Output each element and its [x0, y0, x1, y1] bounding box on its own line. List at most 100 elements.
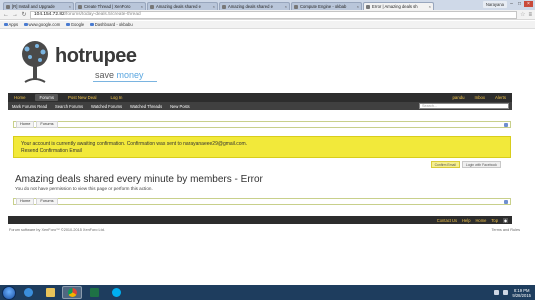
- clock-date: 9/28/2015: [512, 292, 531, 298]
- tab-close-icon[interactable]: ×: [429, 4, 431, 9]
- google-icon: [66, 22, 70, 27]
- minimize-icon[interactable]: –: [508, 1, 515, 7]
- tab-favicon-icon: [150, 4, 154, 9]
- volume-icon[interactable]: [503, 290, 509, 295]
- rss-icon[interactable]: [504, 123, 508, 127]
- breadcrumb-forums[interactable]: Forums: [36, 121, 58, 128]
- footer-help[interactable]: Help: [462, 218, 470, 223]
- excel-icon: [89, 288, 99, 297]
- breadcrumb-forums[interactable]: Forums: [36, 198, 58, 205]
- subnav-new-posts[interactable]: New Posts: [170, 104, 190, 109]
- tab-close-icon[interactable]: ×: [357, 4, 359, 9]
- tab-favicon-icon: [6, 4, 10, 9]
- logo-underline: [93, 81, 157, 82]
- breadcrumb-bottom: Home Forums: [13, 198, 511, 205]
- chrome-icon: [67, 288, 77, 297]
- back-icon[interactable]: ←: [3, 12, 9, 18]
- bookmark-item[interactable]: www.google.com: [24, 22, 60, 27]
- login-facebook-button[interactable]: Login with Facebook: [461, 161, 501, 168]
- footer-top[interactable]: Top: [491, 218, 498, 223]
- tab-label: [R] Install and Upgrade: [12, 4, 55, 9]
- nav-forums[interactable]: Forums: [35, 94, 59, 101]
- breadcrumb-home[interactable]: Home: [16, 121, 35, 128]
- network-icon[interactable]: [494, 290, 500, 295]
- tree-icon: [22, 41, 48, 83]
- browser-toolbar: ← → ↻ 104.154.72.82/forums/today-deals.5…: [0, 10, 535, 20]
- copyright-text[interactable]: Forum software by XenForo™ ©2010-2015 Xe…: [9, 228, 105, 232]
- skype-icon: [111, 288, 121, 297]
- nav-alerts[interactable]: Alerts: [495, 95, 506, 100]
- footer-home[interactable]: Home: [475, 218, 486, 223]
- bookmark-label: Apps: [8, 22, 19, 27]
- close-window-icon[interactable]: ×: [524, 1, 533, 7]
- forward-icon[interactable]: →: [12, 12, 18, 18]
- rss-icon[interactable]: [504, 200, 508, 204]
- bookmark-label: Dashboard - okbabu: [94, 22, 133, 27]
- tab-close-icon[interactable]: ×: [285, 4, 287, 9]
- apps-icon: [4, 22, 8, 27]
- browser-tab[interactable]: Create Thread | XenForo ×: [75, 2, 146, 10]
- bookmark-apps[interactable]: Apps: [4, 22, 18, 27]
- nav-home[interactable]: Home: [14, 95, 25, 100]
- start-button-icon[interactable]: [2, 285, 16, 300]
- page-icon: [24, 22, 28, 27]
- url-path: /forums/today-deals.5/create-thread: [64, 12, 141, 17]
- browser-tab-strip: [R] Install and Upgrade × Create Thread |…: [0, 0, 535, 10]
- address-bar[interactable]: 104.154.72.82/forums/today-deals.5/creat…: [30, 10, 518, 19]
- windows-taskbar: 8:19 PM 9/28/2015: [0, 285, 535, 300]
- browser-tab[interactable]: [R] Install and Upgrade ×: [3, 2, 74, 10]
- browser-tab[interactable]: Amazing deals shared e ×: [219, 2, 290, 10]
- browser-tab[interactable]: Compute Engine - okbab ×: [291, 2, 362, 10]
- tab-close-icon[interactable]: ×: [213, 4, 215, 9]
- bookmark-star-icon[interactable]: ☆: [520, 11, 525, 18]
- nav-user[interactable]: pandu: [453, 95, 465, 100]
- clock[interactable]: 8:19 PM 9/28/2015: [512, 288, 531, 298]
- bookmark-item[interactable]: Dashboard - okbabu: [90, 22, 133, 27]
- nav-post-new-deal[interactable]: Post New Deal: [68, 95, 96, 100]
- taskbar-skype[interactable]: [106, 286, 126, 299]
- breadcrumb-home[interactable]: Home: [16, 198, 35, 205]
- notice-message: Your account is currently awaiting confi…: [21, 141, 248, 147]
- rss-footer-icon[interactable]: ◆: [503, 217, 508, 223]
- search-input[interactable]: Search...: [419, 103, 509, 109]
- tab-close-icon[interactable]: ×: [69, 4, 71, 9]
- tab-favicon-icon: [78, 4, 82, 9]
- subnav-search-forums[interactable]: Search Forums: [55, 104, 83, 109]
- error-message: You do not have permission to view this …: [15, 186, 153, 191]
- browser-tab-active[interactable]: Error | Amazing deals sh ×: [363, 2, 434, 10]
- menu-icon[interactable]: ≡: [528, 12, 532, 18]
- tagline-money: money: [116, 70, 144, 80]
- logo-tagline: save money: [95, 70, 144, 80]
- taskbar-excel[interactable]: [84, 286, 104, 299]
- internet-explorer-icon: [23, 288, 33, 297]
- tab-favicon-icon: [222, 4, 226, 9]
- tab-close-icon[interactable]: ×: [141, 4, 143, 9]
- footer-nav: Contact Us Help Home Top ◆: [8, 216, 512, 224]
- maximize-icon[interactable]: □: [516, 1, 523, 7]
- page-icon: [90, 22, 94, 27]
- terms-link[interactable]: Terms and Rules: [492, 228, 521, 232]
- tab-label: Error | Amazing deals sh: [372, 4, 418, 9]
- browser-tab[interactable]: Amazing deals shared e ×: [147, 2, 218, 10]
- footer-contact-us[interactable]: Contact Us: [437, 218, 457, 223]
- nav-log-in[interactable]: Log In: [110, 95, 122, 100]
- profile-name[interactable]: Narayana: [482, 1, 507, 8]
- taskbar-explorer[interactable]: [40, 286, 60, 299]
- taskbar-chrome[interactable]: [62, 286, 82, 299]
- tab-label: Compute Engine - okbab: [300, 4, 347, 9]
- confirm-email-button[interactable]: Confirm Email: [430, 161, 460, 168]
- clock-time: 8:19 PM: [513, 287, 530, 293]
- reload-icon[interactable]: ↻: [21, 11, 27, 18]
- tab-label: Amazing deals shared e: [156, 4, 201, 9]
- tagline-save: save: [95, 70, 115, 80]
- page-title: Amazing deals shared every minute by mem…: [15, 174, 263, 185]
- folder-icon: [45, 288, 55, 297]
- subnav-mark-forums-read[interactable]: Mark Forums Read: [12, 104, 47, 109]
- taskbar-ie[interactable]: [18, 286, 38, 299]
- nav-inbox[interactable]: Inbox: [475, 95, 486, 100]
- subnav-watched-threads[interactable]: Watched Threads: [130, 104, 162, 109]
- resend-confirmation-link[interactable]: Resend Confirmation Email: [21, 148, 503, 155]
- bookmark-item[interactable]: Google: [66, 22, 84, 27]
- subnav-watched-forums[interactable]: Watched Forums: [91, 104, 122, 109]
- site-logo[interactable]: hotrupee save money: [15, 40, 165, 90]
